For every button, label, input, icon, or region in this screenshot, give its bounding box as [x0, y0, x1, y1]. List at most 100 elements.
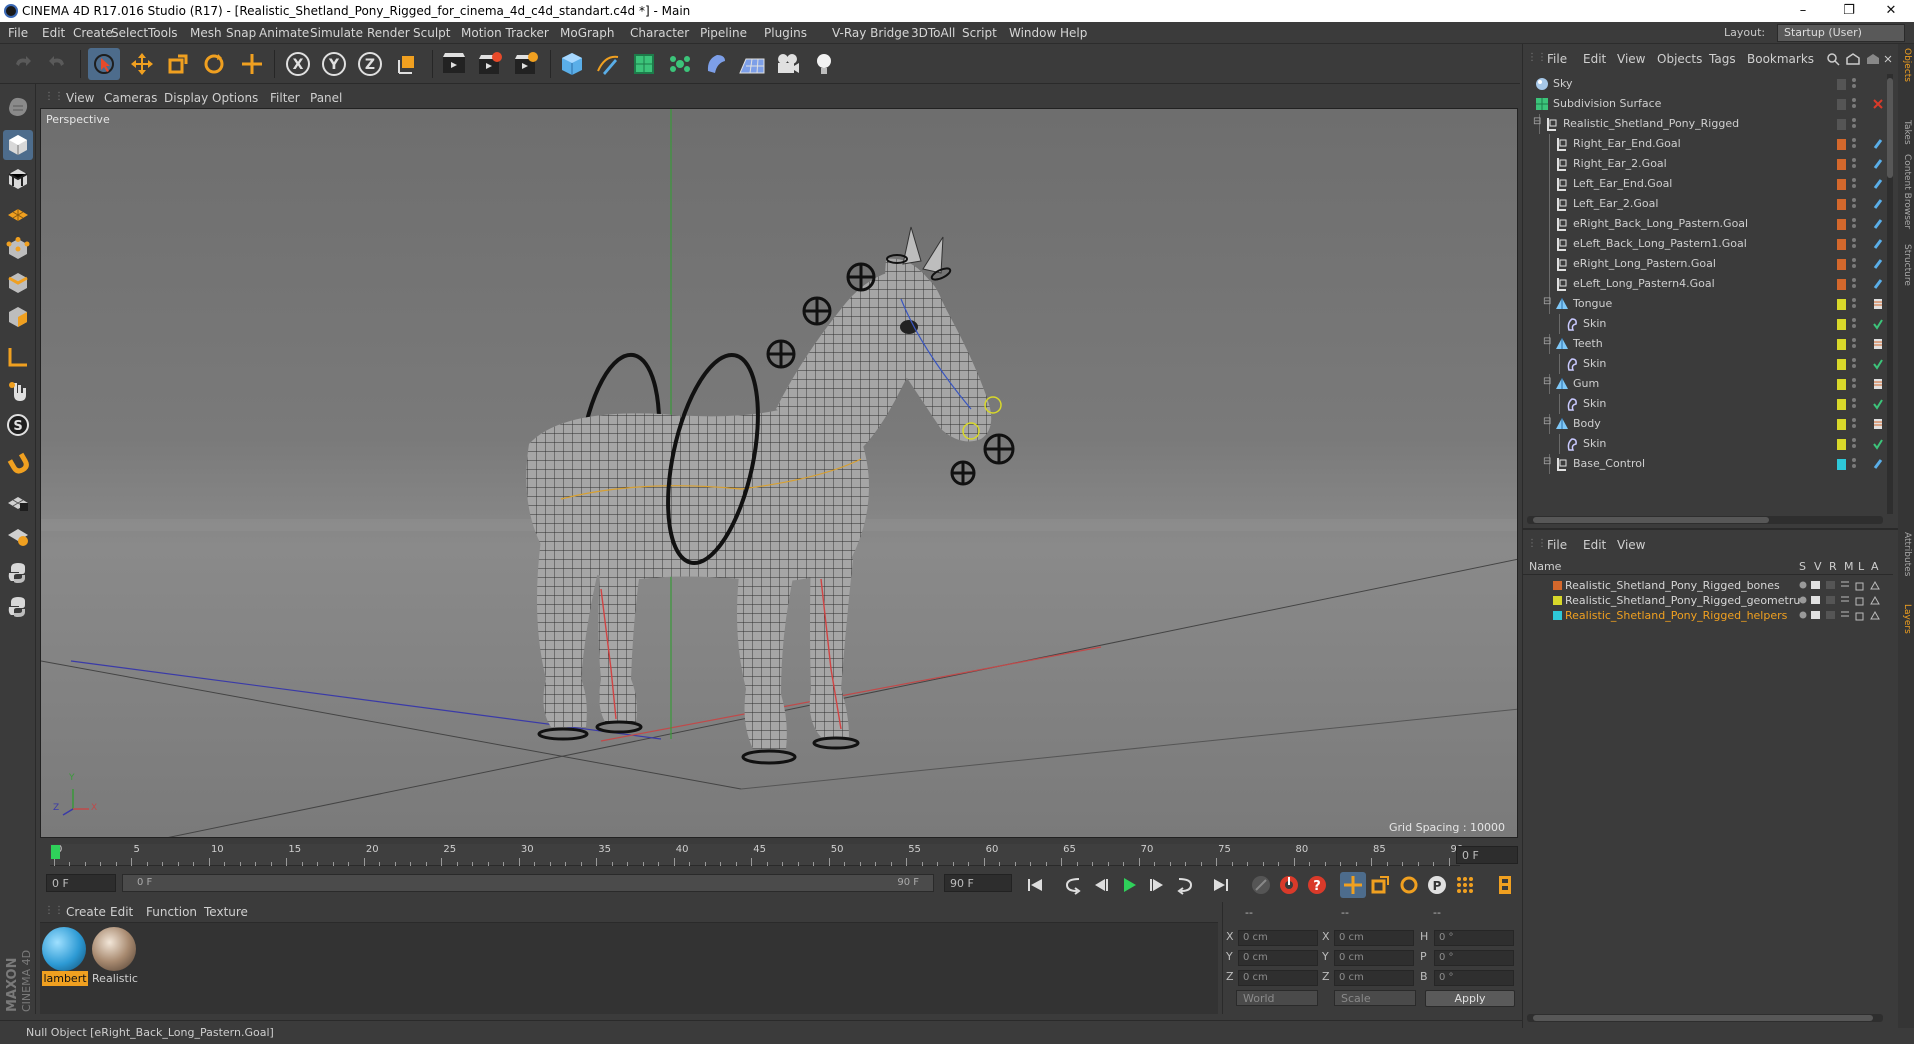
position-x-field[interactable]: 0 cm: [1238, 930, 1318, 946]
visibility-dots[interactable]: [1851, 457, 1857, 469]
rotate-icon[interactable]: [198, 48, 230, 80]
timeline-playhead[interactable]: [51, 845, 60, 859]
cloner-icon[interactable]: [664, 48, 696, 80]
size-y-field[interactable]: 0 cm: [1334, 950, 1414, 966]
coordinate-system-icon[interactable]: [392, 48, 424, 80]
visibility-dots[interactable]: [1851, 237, 1857, 249]
model-mode-icon[interactable]: [3, 130, 33, 160]
visibility-dots[interactable]: [1851, 137, 1857, 149]
render-view-icon[interactable]: [438, 48, 470, 80]
material-manager[interactable]: lambert Realistic: [40, 922, 1218, 1014]
keyframe-selection-icon[interactable]: ?: [1304, 872, 1330, 898]
visibility-dots[interactable]: [1851, 437, 1857, 449]
side-tab-layers[interactable]: Layers: [1900, 604, 1912, 634]
x-axis-lock-icon[interactable]: X: [282, 48, 314, 80]
viewport-menu-cameras[interactable]: Cameras: [104, 91, 157, 105]
layer-color-chip[interactable]: [1837, 79, 1846, 90]
menu-pipeline[interactable]: Pipeline: [700, 26, 747, 40]
size-x-field[interactable]: 0 cm: [1334, 930, 1414, 946]
object-tag-icon[interactable]: [1873, 198, 1883, 210]
object-tag-icon[interactable]: [1873, 78, 1883, 90]
visibility-dots[interactable]: [1851, 417, 1857, 429]
camera-icon[interactable]: [772, 48, 804, 80]
material-menu-function[interactable]: Function: [146, 905, 197, 919]
next-key-icon[interactable]: [1172, 872, 1198, 898]
tree-collapse-toggle[interactable]: ⊟: [1543, 296, 1551, 307]
object-tree[interactable]: Sky Subdivision Surface ⊟ Realistic_Shetlan…: [1523, 74, 1893, 474]
object-menu-view[interactable]: View: [1617, 52, 1645, 66]
visibility-dots[interactable]: [1851, 257, 1857, 269]
object-tag-icon[interactable]: [1873, 378, 1883, 390]
coordinate-space-dropdown[interactable]: World: [1236, 990, 1318, 1006]
object-tag-icon[interactable]: [1873, 278, 1883, 290]
next-frame-icon[interactable]: [1144, 872, 1170, 898]
object-menu-edit[interactable]: Edit: [1583, 52, 1606, 66]
go-to-end-icon[interactable]: [1208, 872, 1234, 898]
object-tag-icon[interactable]: [1873, 418, 1883, 430]
layer-list[interactable]: Realistic_Shetland_Pony_Rigged_bones Real…: [1523, 574, 1893, 634]
render-picture-viewer-icon[interactable]: [474, 48, 506, 80]
layer-menu-file[interactable]: File: [1547, 538, 1567, 552]
previous-frame-icon[interactable]: [1088, 872, 1114, 898]
key-position-icon[interactable]: [1340, 872, 1366, 898]
subdivision-surface-icon[interactable]: [628, 48, 660, 80]
visibility-dots[interactable]: [1851, 117, 1857, 129]
menu-motion-tracker[interactable]: Motion Tracker: [461, 26, 549, 40]
maximize-button[interactable]: ❐: [1826, 0, 1872, 22]
object-row[interactable]: Skin: [1523, 394, 1893, 414]
object-tag-icon[interactable]: [1873, 118, 1883, 130]
y-axis-lock-icon[interactable]: Y: [318, 48, 350, 80]
layer-color-chip[interactable]: [1837, 399, 1846, 410]
object-row[interactable]: Right_Ear_End.Goal: [1523, 134, 1893, 154]
visibility-dots[interactable]: [1851, 97, 1857, 109]
tree-collapse-toggle[interactable]: ⊟: [1543, 336, 1551, 347]
menu-simulate[interactable]: Simulate: [310, 26, 363, 40]
viewport-menu-view[interactable]: View: [66, 91, 94, 105]
object-tag-icon[interactable]: [1873, 158, 1883, 170]
visibility-dots[interactable]: [1851, 297, 1857, 309]
object-tag-icon[interactable]: [1873, 238, 1883, 250]
viewport-menu-options[interactable]: Options: [212, 91, 258, 105]
visibility-dots[interactable]: [1851, 217, 1857, 229]
locked-workplane-icon[interactable]: [3, 520, 33, 550]
minimize-button[interactable]: –: [1780, 0, 1826, 22]
start-frame-field[interactable]: 0 F: [46, 874, 116, 892]
record-keys-icon[interactable]: [1248, 872, 1274, 898]
layer-toggle-icons[interactable]: [1799, 595, 1885, 606]
object-tag-icon[interactable]: [1873, 98, 1883, 110]
menu-plugins[interactable]: Plugins: [764, 26, 807, 40]
visibility-dots[interactable]: [1851, 77, 1857, 89]
python-script-icon[interactable]: [3, 558, 33, 588]
object-row[interactable]: eRight_Long_Pastern.Goal: [1523, 254, 1893, 274]
menu-create[interactable]: Create: [73, 26, 113, 40]
side-tab-content-browser[interactable]: Content Browser: [1900, 154, 1912, 229]
object-tag-icon[interactable]: [1873, 358, 1883, 370]
layer-color-chip[interactable]: [1837, 219, 1846, 230]
pen-spline-icon[interactable]: [592, 48, 624, 80]
menu-sculpt[interactable]: Sculpt: [413, 26, 450, 40]
object-row[interactable]: Right_Ear_2.Goal: [1523, 154, 1893, 174]
key-point-level-icon[interactable]: [1452, 872, 1478, 898]
object-tag-icon[interactable]: [1873, 178, 1883, 190]
transform-icon[interactable]: [236, 48, 268, 80]
side-tab-structure[interactable]: Structure: [1900, 244, 1912, 286]
floor-icon[interactable]: [736, 48, 768, 80]
object-row[interactable]: ⊟ Teeth: [1523, 334, 1893, 354]
undo-icon[interactable]: [6, 48, 38, 80]
workplane-icon[interactable]: [3, 198, 33, 228]
texture-mode-icon[interactable]: [3, 164, 33, 194]
object-row[interactable]: Skin: [1523, 314, 1893, 334]
layer-color-chip[interactable]: [1837, 259, 1846, 270]
layer-color-chip[interactable]: [1837, 279, 1846, 290]
layer-column-l[interactable]: L: [1858, 560, 1864, 573]
layer-color-chip[interactable]: [1837, 459, 1846, 470]
object-row[interactable]: Sky: [1523, 74, 1893, 94]
tree-collapse-toggle[interactable]: ⊟: [1543, 456, 1551, 467]
light-icon[interactable]: [808, 48, 840, 80]
menu-3dtoall[interactable]: 3DToAll: [911, 26, 955, 40]
tree-collapse-toggle[interactable]: ⊟: [1533, 116, 1541, 127]
object-row[interactable]: ⊟ Base_Control: [1523, 454, 1893, 474]
material-menu-edit[interactable]: Edit: [110, 905, 133, 919]
rotation-h-field[interactable]: 0 °: [1434, 930, 1514, 946]
layer-color-swatch[interactable]: [1553, 596, 1562, 605]
